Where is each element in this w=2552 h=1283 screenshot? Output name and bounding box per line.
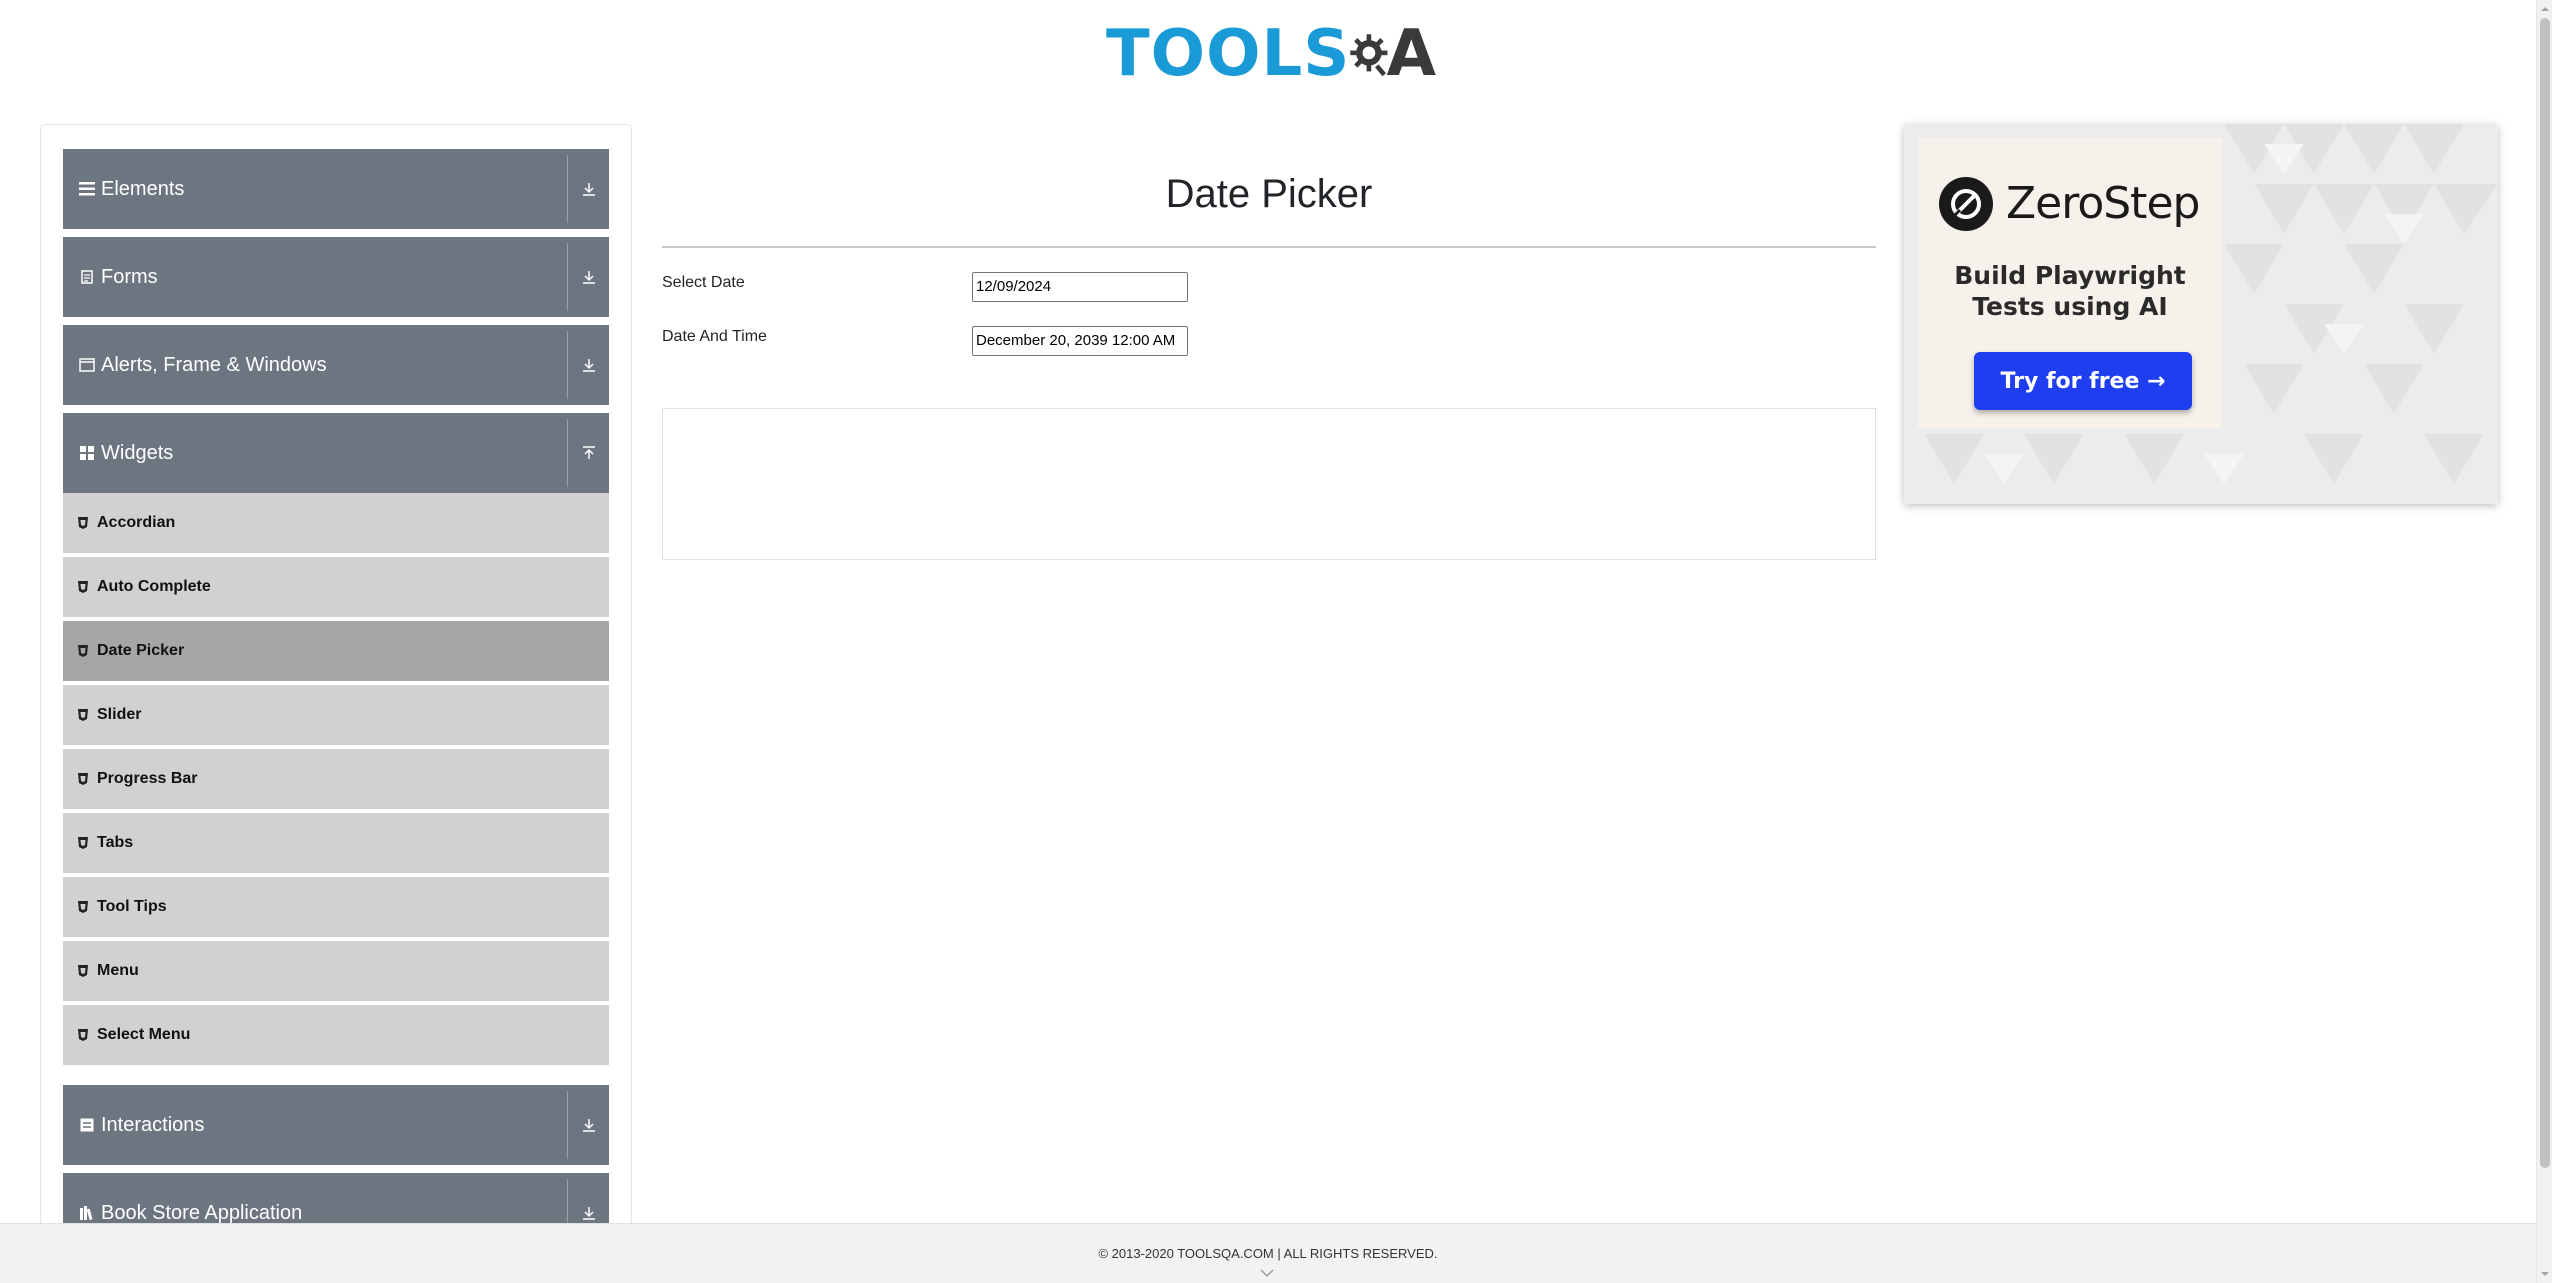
logo-text: TOOLS bbox=[1106, 17, 1351, 91]
expand-icon[interactable] bbox=[567, 155, 609, 223]
ad-brand: ZeroStep bbox=[2006, 178, 2200, 229]
sidebar-item-progress-bar[interactable]: Progress Bar bbox=[63, 749, 609, 811]
bookstore-icon bbox=[79, 1205, 95, 1221]
ad-tagline: Build Playwright Tests using AI bbox=[1918, 260, 2222, 322]
date-time-input[interactable]: December 20, 2039 12:00 AM bbox=[972, 326, 1188, 356]
zerostep-ad[interactable]: ZeroStep Build Playwright Tests using AI… bbox=[1904, 124, 2498, 504]
widgets-icon bbox=[79, 445, 95, 461]
scroll-up-arrow-icon[interactable] bbox=[2539, 3, 2551, 15]
shield-icon bbox=[78, 837, 88, 849]
expand-icon[interactable] bbox=[567, 243, 609, 311]
ad-tagline-line2: Tests using AI bbox=[1972, 292, 2168, 321]
sidebar-item-label: Select Menu bbox=[97, 1026, 191, 1043]
shield-icon bbox=[78, 517, 88, 529]
expand-icon[interactable] bbox=[567, 1179, 609, 1224]
title-divider bbox=[662, 246, 1876, 248]
sidebar-item-accordian[interactable]: Accordian bbox=[63, 493, 609, 555]
window-icon bbox=[79, 357, 95, 373]
vertical-scrollbar[interactable] bbox=[2536, 0, 2552, 1283]
sidebar-item-auto-complete[interactable]: Auto Complete bbox=[63, 557, 609, 619]
zerostep-logo-icon bbox=[1939, 177, 1993, 231]
sidebar-group-label: Book Store Application bbox=[101, 1201, 303, 1224]
sidebar-item-label: Tabs bbox=[97, 834, 134, 851]
shield-icon bbox=[78, 901, 88, 913]
ad-placeholder-box bbox=[662, 408, 1876, 560]
main-content: Date Picker Select Date 12/09/2024 Date … bbox=[662, 124, 1876, 574]
sidebar-navigation: Elements Forms Alerts, Frame & Windows W… bbox=[40, 124, 632, 1224]
sidebar-group-interactions[interactable]: Interactions bbox=[63, 1085, 609, 1165]
sidebar-group-forms[interactable]: Forms bbox=[63, 237, 609, 317]
toolsqa-logo[interactable]: TOOLS A bbox=[1106, 14, 1436, 94]
expand-icon[interactable] bbox=[567, 1091, 609, 1159]
interactions-icon bbox=[79, 1117, 95, 1133]
scrollbar-thumb[interactable] bbox=[2540, 18, 2550, 1168]
collapse-icon[interactable] bbox=[567, 419, 609, 487]
copyright-text: © 2013-2020 TOOLSQA.COM | ALL RIGHTS RES… bbox=[1098, 1246, 1438, 1261]
sidebar-group-widgets[interactable]: Widgets bbox=[63, 413, 609, 493]
sidebar-group-book-store[interactable]: Book Store Application bbox=[63, 1173, 609, 1224]
sidebar-item-date-picker[interactable]: Date Picker bbox=[63, 621, 609, 683]
sidebar-item-label: Slider bbox=[97, 706, 142, 723]
sidebar-group-elements[interactable]: Elements bbox=[63, 149, 609, 229]
sidebar-item-label: Tool Tips bbox=[97, 898, 167, 915]
sidebar-item-select-menu[interactable]: Select Menu bbox=[63, 1005, 609, 1067]
sidebar-item-label: Accordian bbox=[97, 514, 176, 531]
sidebar-item-label: Menu bbox=[97, 962, 139, 979]
shield-icon bbox=[78, 581, 88, 593]
expand-icon[interactable] bbox=[567, 331, 609, 399]
page-title: Date Picker bbox=[1165, 172, 1373, 216]
sidebar-item-menu[interactable]: Menu bbox=[63, 941, 609, 1003]
shield-icon bbox=[78, 965, 88, 977]
shield-icon bbox=[78, 645, 88, 657]
logo-suffix: A bbox=[1386, 17, 1436, 91]
shield-icon bbox=[78, 773, 88, 785]
sidebar-item-label: Progress Bar bbox=[97, 770, 198, 787]
select-date-label: Select Date bbox=[662, 274, 745, 291]
sidebar-group-label: Elements bbox=[101, 177, 185, 200]
sidebar-group-label: Widgets bbox=[101, 441, 174, 464]
sidebar-item-label: Date Picker bbox=[97, 642, 185, 659]
try-for-free-button[interactable]: Try for free → bbox=[1974, 352, 2192, 410]
sidebar-item-label: Auto Complete bbox=[97, 578, 211, 595]
sidebar-group-label: Forms bbox=[101, 265, 158, 288]
ad-card: ZeroStep Build Playwright Tests using AI… bbox=[1918, 138, 2222, 428]
form-icon bbox=[79, 269, 95, 285]
site-header: TOOLS A bbox=[0, 0, 2536, 120]
site-footer: © 2013-2020 TOOLSQA.COM | ALL RIGHTS RES… bbox=[0, 1223, 2536, 1283]
select-date-input[interactable]: 12/09/2024 bbox=[972, 272, 1188, 302]
scroll-down-arrow-icon[interactable] bbox=[2539, 1268, 2551, 1280]
date-time-label: Date And Time bbox=[662, 328, 767, 345]
sidebar-group-label: Interactions bbox=[101, 1113, 205, 1136]
ad-tagline-line1: Build Playwright bbox=[1954, 261, 2186, 290]
sidebar-item-tool-tips[interactable]: Tool Tips bbox=[63, 877, 609, 939]
hamburger-icon bbox=[79, 181, 95, 197]
sidebar-group-alerts[interactable]: Alerts, Frame & Windows bbox=[63, 325, 609, 405]
sidebar-item-tabs[interactable]: Tabs bbox=[63, 813, 609, 875]
shield-icon bbox=[78, 1029, 88, 1041]
sidebar-item-slider[interactable]: Slider bbox=[63, 685, 609, 747]
shield-icon bbox=[78, 709, 88, 721]
chevron-down-icon[interactable] bbox=[1260, 1268, 1274, 1278]
sidebar-group-label: Alerts, Frame & Windows bbox=[101, 353, 327, 376]
